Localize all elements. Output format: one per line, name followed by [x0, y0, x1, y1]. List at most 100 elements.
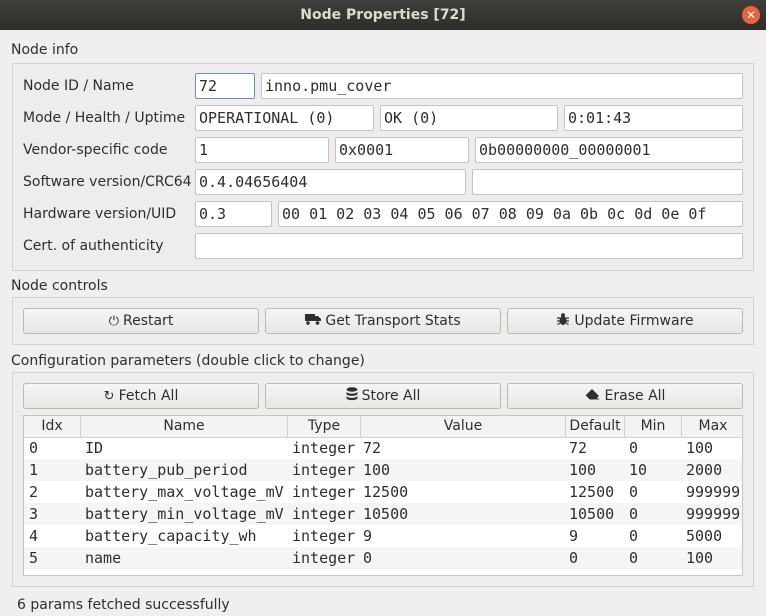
cell-min: 0: [629, 549, 639, 567]
cell-max: 100: [686, 549, 714, 567]
database-icon: [346, 387, 358, 405]
params-table-header: Idx Name Type Value Default Min Max: [24, 416, 742, 438]
cell-type: integer: [292, 439, 356, 457]
update-firmware-button[interactable]: Update Firmware: [507, 308, 743, 334]
col-default-header[interactable]: Default: [566, 416, 625, 437]
col-value-header[interactable]: Value: [361, 416, 566, 437]
power-icon: ⏻: [108, 313, 119, 329]
cell-name: battery_max_voltage_mV: [85, 483, 284, 501]
window-title: Node Properties [72]: [300, 7, 466, 23]
cell-value: 9: [363, 527, 373, 545]
col-type-header[interactable]: Type: [288, 416, 361, 437]
cell-default: 10500: [569, 505, 615, 523]
eraser-icon: [585, 388, 601, 404]
cell-max: 999999: [686, 483, 741, 501]
restart-button[interactable]: ⏻ Restart: [23, 308, 259, 334]
cell-type: integer: [292, 527, 356, 545]
cert-authenticity-label: Cert. of authenticity: [23, 238, 164, 254]
refresh-icon: ↻: [103, 388, 115, 404]
vendor-code-hex-field[interactable]: 0x0001: [335, 137, 469, 163]
cell-value: 72: [363, 439, 382, 457]
cell-min: 0: [629, 439, 639, 457]
cell-default: 12500: [569, 483, 615, 501]
cell-value: 10500: [363, 505, 409, 523]
cell-default: 9: [569, 527, 579, 545]
cell-name: battery_capacity_wh: [85, 527, 257, 545]
store-all-label: Store All: [361, 388, 421, 404]
close-window-button[interactable]: ✕: [742, 6, 760, 24]
cell-type: integer: [292, 549, 356, 567]
restart-label: Restart: [122, 313, 174, 329]
params-table[interactable]: Idx Name Type Value Default Min Max 0 ID i…: [23, 415, 743, 576]
cell-min: 0: [629, 527, 639, 545]
cert-authenticity-field[interactable]: [195, 233, 743, 259]
cell-name: battery_min_voltage_mV: [85, 505, 284, 523]
health-field[interactable]: OK (0): [380, 105, 558, 131]
uptime-field[interactable]: 0:01:43: [564, 105, 743, 131]
col-min-header[interactable]: Min: [625, 416, 682, 437]
store-all-button[interactable]: Store All: [265, 383, 501, 409]
cell-default: 0: [569, 549, 579, 567]
get-transport-stats-label: Get Transport Stats: [325, 313, 461, 329]
cell-value: 100: [363, 461, 391, 479]
cell-value: 0: [363, 549, 373, 567]
vendor-code-label: Vendor-specific code: [23, 142, 168, 158]
hardware-uid-field[interactable]: 00 01 02 03 04 05 06 07 08 09 0a 0b 0c 0…: [278, 201, 743, 227]
cell-min: 10: [629, 461, 648, 479]
cell-default: 72: [569, 439, 588, 457]
table-row[interactable]: 3 battery_min_voltage_mV integer 10500 10500…: [24, 503, 742, 525]
col-name-header[interactable]: Name: [81, 416, 288, 437]
status-message: 6 params fetched successfully: [17, 597, 230, 613]
software-version-label: Software version/CRC64: [23, 174, 192, 190]
table-row[interactable]: 5 name integer 0 0 0 100: [24, 547, 742, 569]
cell-idx: 2: [29, 483, 39, 501]
cell-idx: 1: [29, 461, 39, 479]
cell-name: battery_pub_period: [85, 461, 248, 479]
vendor-code-binary-field[interactable]: 0b00000000_00000001: [475, 137, 743, 163]
table-row[interactable]: 1 battery_pub_period integer 100 100 10 2000: [24, 459, 742, 481]
cell-max: 2000: [686, 461, 723, 479]
bug-icon: [556, 312, 570, 330]
cell-type: integer: [292, 461, 356, 479]
cell-value: 12500: [363, 483, 409, 501]
cell-max: 100: [686, 439, 714, 457]
vendor-code-decimal-field[interactable]: 1: [195, 137, 329, 163]
cell-min: 0: [629, 483, 639, 501]
config-params-heading: Configuration parameters (double click t…: [11, 353, 365, 369]
cell-type: integer: [292, 483, 356, 501]
table-row[interactable]: 0 ID integer 72 72 0 100: [24, 437, 742, 459]
cell-default: 100: [569, 461, 597, 479]
get-transport-stats-button[interactable]: Get Transport Stats: [265, 308, 501, 334]
software-version-field[interactable]: 0.4.04656404: [195, 169, 466, 195]
hardware-version-label: Hardware version/UID: [23, 206, 177, 222]
hardware-version-field[interactable]: 0.3: [195, 201, 272, 227]
table-row[interactable]: 4 battery_capacity_wh integer 9 9 0 5000: [24, 525, 742, 547]
node-id-field[interactable]: 72: [195, 73, 255, 99]
close-icon: ✕: [745, 8, 757, 22]
fetch-all-label: Fetch All: [118, 388, 179, 404]
cell-max: 5000: [686, 527, 723, 545]
node-id-name-label: Node ID / Name: [23, 78, 134, 94]
node-info-heading: Node info: [11, 42, 79, 58]
erase-all-label: Erase All: [604, 388, 666, 404]
erase-all-button[interactable]: Erase All: [507, 383, 743, 409]
cell-idx: 4: [29, 527, 39, 545]
cell-min: 0: [629, 505, 639, 523]
mode-field[interactable]: OPERATIONAL (0): [195, 105, 374, 131]
update-firmware-label: Update Firmware: [574, 313, 694, 329]
cell-idx: 3: [29, 505, 39, 523]
cell-idx: 5: [29, 549, 39, 567]
col-max-header[interactable]: Max: [682, 416, 742, 437]
col-idx-header[interactable]: Idx: [24, 416, 81, 437]
table-row[interactable]: 2 battery_max_voltage_mV integer 12500 12500…: [24, 481, 742, 503]
fetch-all-button[interactable]: ↻ Fetch All: [23, 383, 259, 409]
software-crc-field[interactable]: [472, 169, 743, 195]
node-name-field[interactable]: inno.pmu_cover: [261, 73, 743, 99]
mode-health-uptime-label: Mode / Health / Uptime: [23, 110, 186, 126]
cell-max: 999999: [686, 505, 741, 523]
cell-idx: 0: [29, 439, 39, 457]
cell-name: ID: [85, 439, 104, 457]
truck-icon: [305, 313, 322, 329]
cell-type: integer: [292, 505, 356, 523]
node-controls-heading: Node controls: [11, 278, 108, 294]
